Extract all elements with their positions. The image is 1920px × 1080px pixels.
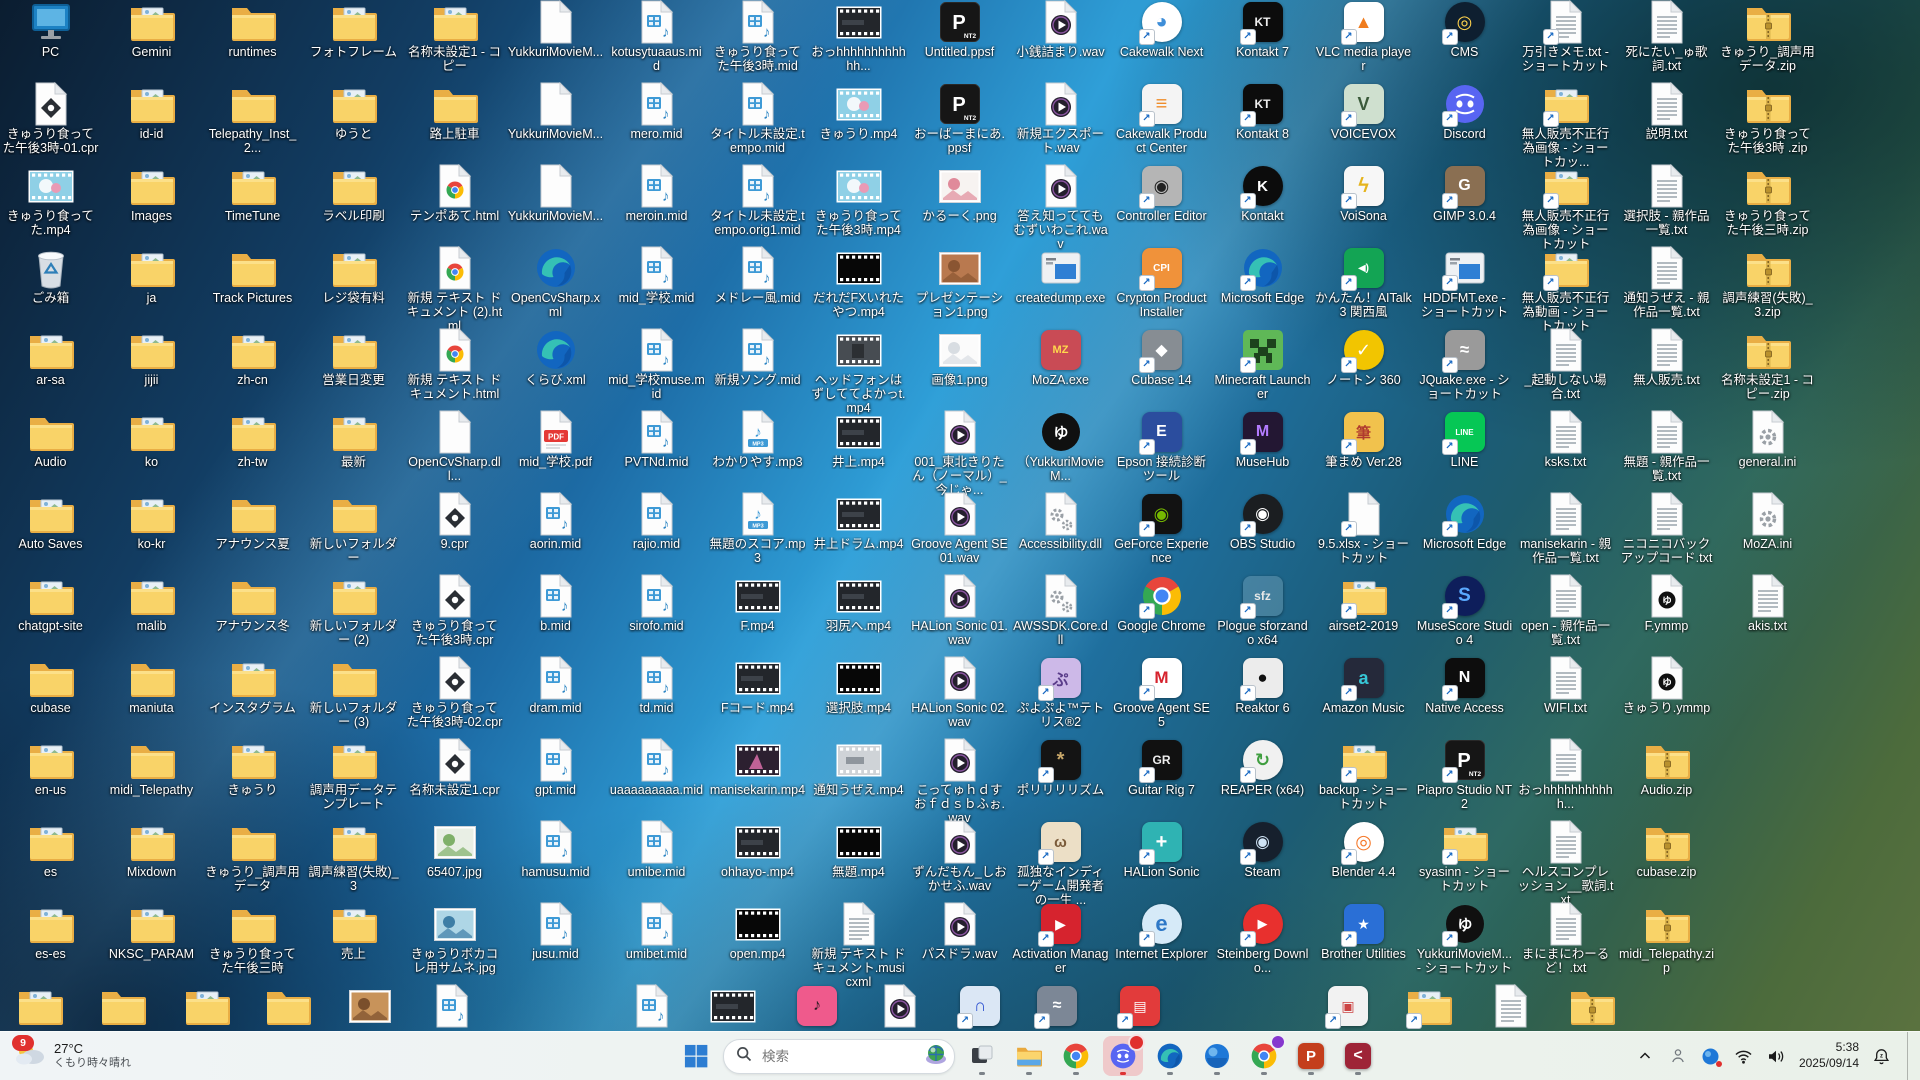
taskbar-center-group: P< [676,1032,1378,1080]
running-indicator-dot [1308,1072,1314,1075]
app-icon: ∩↗ [956,984,1004,1028]
taskbar-app-icons: P< [962,1036,1378,1076]
taskbar-app-chrome[interactable] [1056,1036,1096,1076]
weather-temperature: 27°C [54,1041,131,1057]
tray-chevron-up-icon[interactable] [1634,1041,1656,1071]
taskbar-app-file-explorer[interactable] [1009,1036,1049,1076]
app-icon: ♪ [793,984,841,1028]
running-indicator-dot [1026,1072,1032,1075]
taskbar-app-powerpoint[interactable]: P [1291,1036,1331,1076]
wav-icon [876,984,924,1028]
app-icon: ▣↗ [1324,984,1372,1028]
desktop-icon[interactable]: ♪ [410,984,494,1028]
notification-count-badge: 9 [12,1035,34,1051]
taskbar-app-discord[interactable] [1103,1036,1143,1076]
running-indicator-dot [1120,1072,1126,1075]
taskbar-app-app-squares[interactable] [962,1036,1002,1076]
weather-widget[interactable]: 9 27°C くもり時々晴れ [6,1032,139,1080]
wifi-icon[interactable] [1733,1041,1755,1071]
notification-bell-icon[interactable]: z [1870,1041,1892,1071]
running-indicator-dot [1261,1072,1267,1075]
running-indicator-dot [1073,1072,1079,1075]
mid-icon: ♪ [628,984,676,1028]
running-indicator-dot [1355,1072,1361,1075]
desktop-icon[interactable] [81,984,165,1028]
desktop-icon[interactable] [691,984,775,1028]
txt-icon [1487,984,1535,1028]
desktop-icon[interactable] [0,984,82,1028]
fm-icon: ↗ [1405,984,1453,1028]
search-icon [736,1046,752,1067]
start-button[interactable] [676,1036,716,1076]
desktop-icon[interactable] [858,984,942,1028]
mid-icon: ♪ [428,984,476,1028]
desktop-icon[interactable] [328,984,412,1028]
running-indicator-dot [1214,1072,1220,1075]
app-icon: ▤↗ [1116,984,1164,1028]
f-icon [99,984,147,1028]
desktop-icon[interactable] [1469,984,1553,1028]
desktop-icon[interactable] [165,984,249,1028]
search-input[interactable] [760,1048,916,1065]
app-icon: ≈↗ [1033,984,1081,1028]
taskbar: 9 27°C くもり時々晴れ P< [0,1031,1920,1080]
show-desktop-button[interactable] [1907,1032,1912,1080]
running-indicator-dot [979,1072,985,1075]
profile-badge [1270,1034,1286,1050]
desktop-icon[interactable]: ≈↗ [1015,984,1099,1028]
shortcut-arrow-icon: ↗ [1034,1013,1050,1029]
shortcut-arrow-icon: ↗ [1406,1013,1422,1029]
notification-badge [1128,1034,1145,1051]
svg-text:♪: ♪ [657,1008,665,1025]
running-indicator-dot [1167,1072,1173,1075]
desktop-icon[interactable] [246,984,330,1028]
shortcut-arrow-icon: ↗ [1325,1013,1341,1029]
f-icon [264,984,312,1028]
search-box[interactable] [723,1039,955,1074]
vid-icon [709,984,757,1028]
img-icon [346,984,394,1028]
tray-accessibility-icon[interactable] [1667,1041,1689,1071]
fm-icon [183,984,231,1028]
tray-language-sphere-icon[interactable] [1700,1041,1722,1071]
tray-red-dot-badge [1716,1061,1722,1067]
system-tray: 5:38 2025/09/14 z [1634,1032,1912,1080]
desktop-icon[interactable]: ▣↗ [1306,984,1390,1028]
clock-time: 5:38 [1799,1040,1859,1056]
search-highlight-globe-icon[interactable] [924,1042,948,1071]
taskbar-clock[interactable]: 5:38 2025/09/14 [1799,1040,1859,1071]
desktop-icon[interactable]: ♪ [775,984,859,1028]
clock-date: 2025/09/14 [1799,1056,1859,1072]
svg-text:♪: ♪ [457,1008,465,1025]
weather-description: くもり時々晴れ [54,1057,131,1071]
desktop-icon[interactable]: ▤↗ [1098,984,1182,1028]
volume-icon[interactable] [1766,1041,1788,1071]
taskbar-app-cubase[interactable]: < [1338,1036,1378,1076]
svg-text:z: z [1880,1053,1883,1059]
desktop-icon[interactable]: ↗ [1387,984,1471,1028]
taskbar-app-chrome-profile2[interactable] [1244,1036,1284,1076]
desktop-icon[interactable] [1550,984,1634,1028]
desktop-icon[interactable]: ♪ [610,984,694,1028]
taskbar-app-blue-sphere-app[interactable] [1197,1036,1237,1076]
fm-icon [16,984,64,1028]
desktop-icon[interactable]: ∩↗ [938,984,1022,1028]
shortcut-arrow-icon: ↗ [957,1013,973,1029]
fz-icon [1568,984,1616,1028]
desktop-bottom-row: ♪♪♪∩↗≈↗▤↗▣↗↗ [0,0,1920,1080]
windows-logo-icon [684,1044,708,1068]
shortcut-arrow-icon: ↗ [1117,1013,1133,1029]
taskbar-app-edge[interactable] [1150,1036,1190,1076]
